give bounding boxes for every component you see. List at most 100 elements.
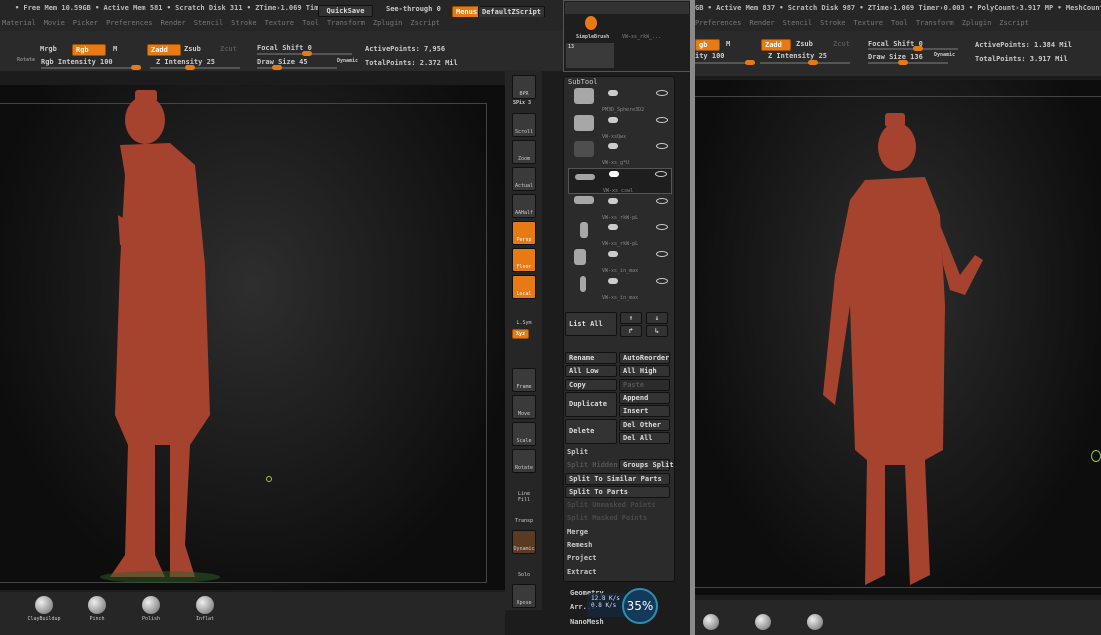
menu-preferences[interactable]: Preferences	[106, 19, 152, 27]
z-intensity-slider-right[interactable]: Z Intensity 25	[768, 52, 827, 60]
menu-render[interactable]: Render	[749, 19, 774, 27]
delete-button[interactable]: Delete	[565, 419, 617, 444]
brush-icon[interactable]	[703, 614, 719, 630]
menu-preferences[interactable]: Preferences	[695, 19, 741, 27]
viewport-right[interactable]	[695, 80, 1101, 595]
menu-texture[interactable]: Texture	[265, 19, 295, 27]
zsub-button[interactable]: Zsub	[184, 45, 201, 53]
brush-polish[interactable]: Polish	[126, 596, 176, 622]
eye-icon[interactable]	[656, 90, 668, 96]
menu-stencil[interactable]: Stencil	[194, 19, 224, 27]
menu-stencil[interactable]: Stencil	[783, 19, 813, 27]
zoom-button[interactable]: Zoom	[512, 140, 536, 164]
subtool-item[interactable]: VW-xs_rkW-pL	[568, 196, 672, 222]
spix-slider[interactable]: SPix 3	[513, 100, 531, 106]
menu-material[interactable]: Material	[2, 19, 36, 27]
split-section[interactable]: Split	[567, 448, 588, 456]
quicksave-button[interactable]: QuickSave	[318, 5, 373, 17]
viewport-left[interactable]	[0, 85, 505, 590]
dynamic-button-right[interactable]: Dynamic	[934, 52, 955, 58]
rename-button[interactable]: Rename	[565, 352, 617, 364]
brush-inflat[interactable]: Inflat	[180, 596, 230, 622]
move-up-button[interactable]: ↑	[620, 312, 642, 324]
eye-icon[interactable]	[656, 278, 668, 284]
eye-icon[interactable]	[656, 117, 668, 123]
menu-transform[interactable]: Transform	[327, 19, 365, 27]
menu-picker[interactable]: Picker	[73, 19, 98, 27]
arrow-up-right-button[interactable]: ↱	[620, 325, 642, 337]
transp-button[interactable]: Transp	[512, 503, 536, 527]
all-high-button[interactable]: All High	[619, 365, 670, 377]
aahalf-button[interactable]: AAHalf	[512, 194, 536, 218]
eye-icon[interactable]	[656, 198, 668, 204]
subtool-item[interactable]: VW-xs_g*U	[568, 141, 672, 167]
brush-icon[interactable]	[755, 614, 771, 630]
merge-section[interactable]: Merge	[567, 528, 588, 536]
simplebrush-icon[interactable]	[585, 16, 597, 30]
zcut-button-right[interactable]: Zcut	[833, 40, 850, 48]
split-hidden-button[interactable]: Split Hidden	[567, 461, 618, 469]
duplicate-button[interactable]: Duplicate	[565, 392, 617, 417]
split-similar-parts-button[interactable]: Split To Similar Parts	[565, 473, 670, 485]
list-all-button[interactable]: List All	[565, 312, 617, 336]
zsub-button-right[interactable]: Zsub	[796, 40, 813, 48]
nanomesh-section[interactable]: NanoMesh	[570, 618, 604, 626]
del-all-button[interactable]: Del All	[619, 432, 670, 444]
menu-zplugin[interactable]: Zplugin	[373, 19, 403, 27]
scroll-button[interactable]: Scroll	[512, 113, 536, 137]
subtool-title[interactable]: SubTool	[568, 78, 598, 86]
eye-icon[interactable]	[656, 251, 668, 257]
subtool-item[interactable]: VW-xs_rkW-pL	[568, 222, 672, 248]
menu-movie[interactable]: Movie	[44, 19, 65, 27]
eye-icon[interactable]	[656, 143, 668, 149]
tool-popup-toolbar[interactable]	[565, 2, 689, 14]
lsym-button[interactable]: L.Sym	[512, 305, 536, 329]
draw-size-slider-right[interactable]: Draw Size 136	[868, 53, 923, 61]
menu-transform[interactable]: Transform	[916, 19, 954, 27]
menu-tool[interactable]: Tool	[302, 19, 319, 27]
brush-pinch[interactable]: Pinch	[72, 596, 122, 622]
bpr-button[interactable]: BPR	[512, 75, 536, 99]
rgb-button-right[interactable]: gb	[695, 39, 720, 51]
scale-button[interactable]: Scale	[512, 422, 536, 446]
subtool-item[interactable]: VW-xs_in_max	[568, 249, 672, 275]
subtool-item[interactable]: VW-xs_in_max	[568, 276, 672, 302]
menu-zplugin[interactable]: Zplugin	[962, 19, 992, 27]
tool-thumbnail[interactable]: 13	[566, 43, 614, 68]
rgb-button[interactable]: Rgb	[72, 44, 106, 56]
menu-zscript[interactable]: Zscript	[410, 19, 440, 27]
split-unmasked-button[interactable]: Split Unmasked Points	[567, 501, 656, 509]
groups-split-button[interactable]: Groups Split	[619, 459, 674, 471]
draw-size-slider[interactable]: Draw Size 45	[257, 58, 308, 66]
actual-button[interactable]: Actual	[512, 167, 536, 191]
extract-section[interactable]: Extract	[567, 568, 597, 576]
m-button[interactable]: M	[113, 45, 117, 53]
menu-zscript[interactable]: Zscript	[999, 19, 1029, 27]
eye-icon[interactable]	[656, 224, 668, 230]
remesh-section[interactable]: Remesh	[567, 541, 592, 549]
brush-icon[interactable]	[807, 614, 823, 630]
xpose-button[interactable]: Xpose	[512, 584, 536, 608]
move-button[interactable]: Move	[512, 395, 536, 419]
subtool-item-selected[interactable]: VW-xs_cswl	[568, 168, 672, 194]
menu-render[interactable]: Render	[160, 19, 185, 27]
dynamic-button[interactable]: Dynamic	[337, 58, 358, 64]
all-low-button[interactable]: All Low	[565, 365, 617, 377]
zadd-button[interactable]: Zadd	[147, 44, 181, 56]
subtool-item[interactable]: PM3D_Sphere3D2	[568, 88, 672, 114]
split-to-parts-button[interactable]: Split To Parts	[565, 486, 670, 498]
dynamic-shelf-button[interactable]: Dynamic	[512, 530, 536, 554]
move-down-button[interactable]: ↓	[646, 312, 668, 324]
xyz-button[interactable]: Xyz	[512, 329, 530, 339]
subtool-item[interactable]: VW-xsQwx	[568, 115, 672, 141]
project-section[interactable]: Project	[567, 554, 597, 562]
solo-button[interactable]: Solo	[512, 557, 536, 581]
menu-stroke[interactable]: Stroke	[820, 19, 845, 27]
menu-texture[interactable]: Texture	[853, 19, 883, 27]
rotate-button[interactable]: Rotate	[17, 57, 35, 63]
brush-claybuildup[interactable]: ClayBuildup	[19, 596, 69, 622]
persp-button[interactable]: Persp	[512, 221, 536, 245]
del-other-button[interactable]: Del Other	[619, 419, 670, 431]
menu-stroke[interactable]: Stroke	[231, 19, 256, 27]
auto-reorder-button[interactable]: AutoReorder	[619, 352, 670, 364]
